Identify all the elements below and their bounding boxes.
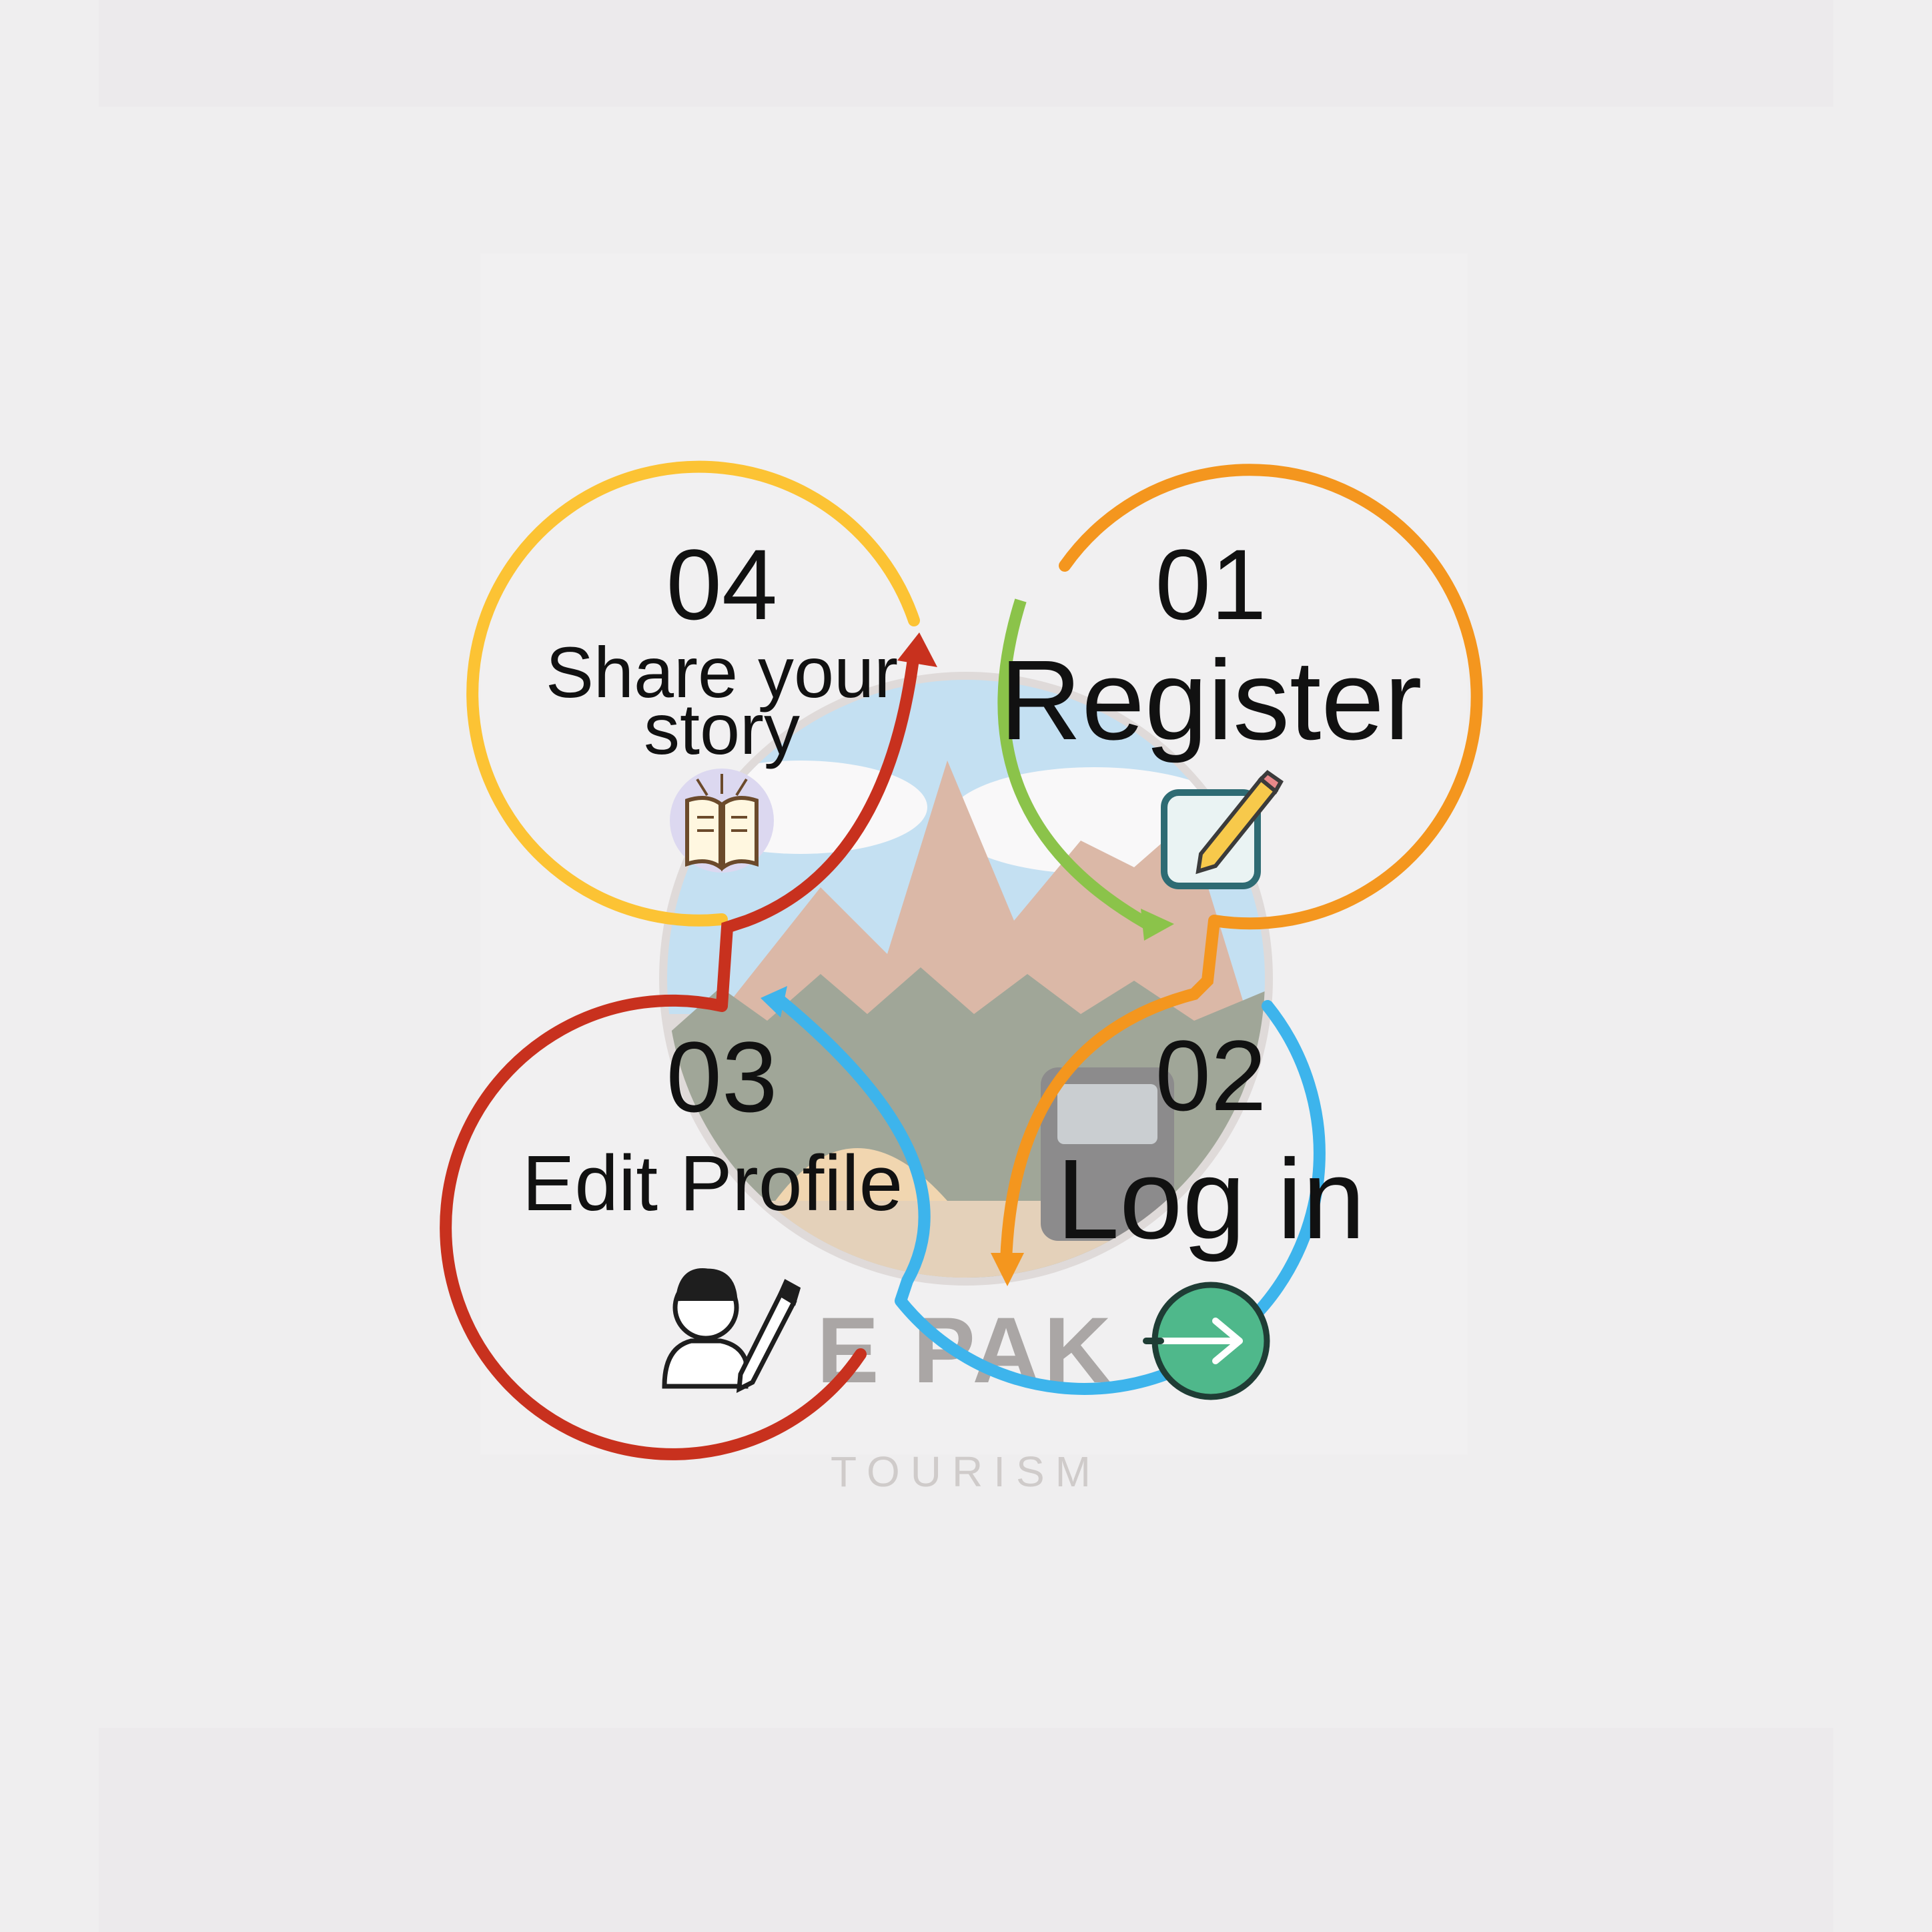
step-04-number: 04: [666, 528, 778, 640]
step-02-number: 02: [1155, 1019, 1267, 1131]
step-03-label: Edit Profile: [522, 1139, 903, 1228]
user-edit-icon: [662, 1268, 801, 1393]
notepad-pencil-icon: [1161, 770, 1284, 889]
step-03-number: 03: [666, 1021, 778, 1133]
process-cycle-diagram: E PAK TOURISM 04 Share your story 01 Reg…: [440, 460, 1483, 1496]
step-01-label: Register: [999, 637, 1422, 764]
open-book-icon: [670, 769, 774, 873]
step-01-number: 01: [1155, 528, 1267, 640]
logo-tagline: TOURISM: [831, 1448, 1101, 1496]
red-arrowhead: [897, 632, 937, 667]
step-04-label-line2: story: [644, 688, 800, 769]
jeep-window: [1057, 1084, 1157, 1144]
step-02-label: Log in: [1056, 1136, 1365, 1263]
